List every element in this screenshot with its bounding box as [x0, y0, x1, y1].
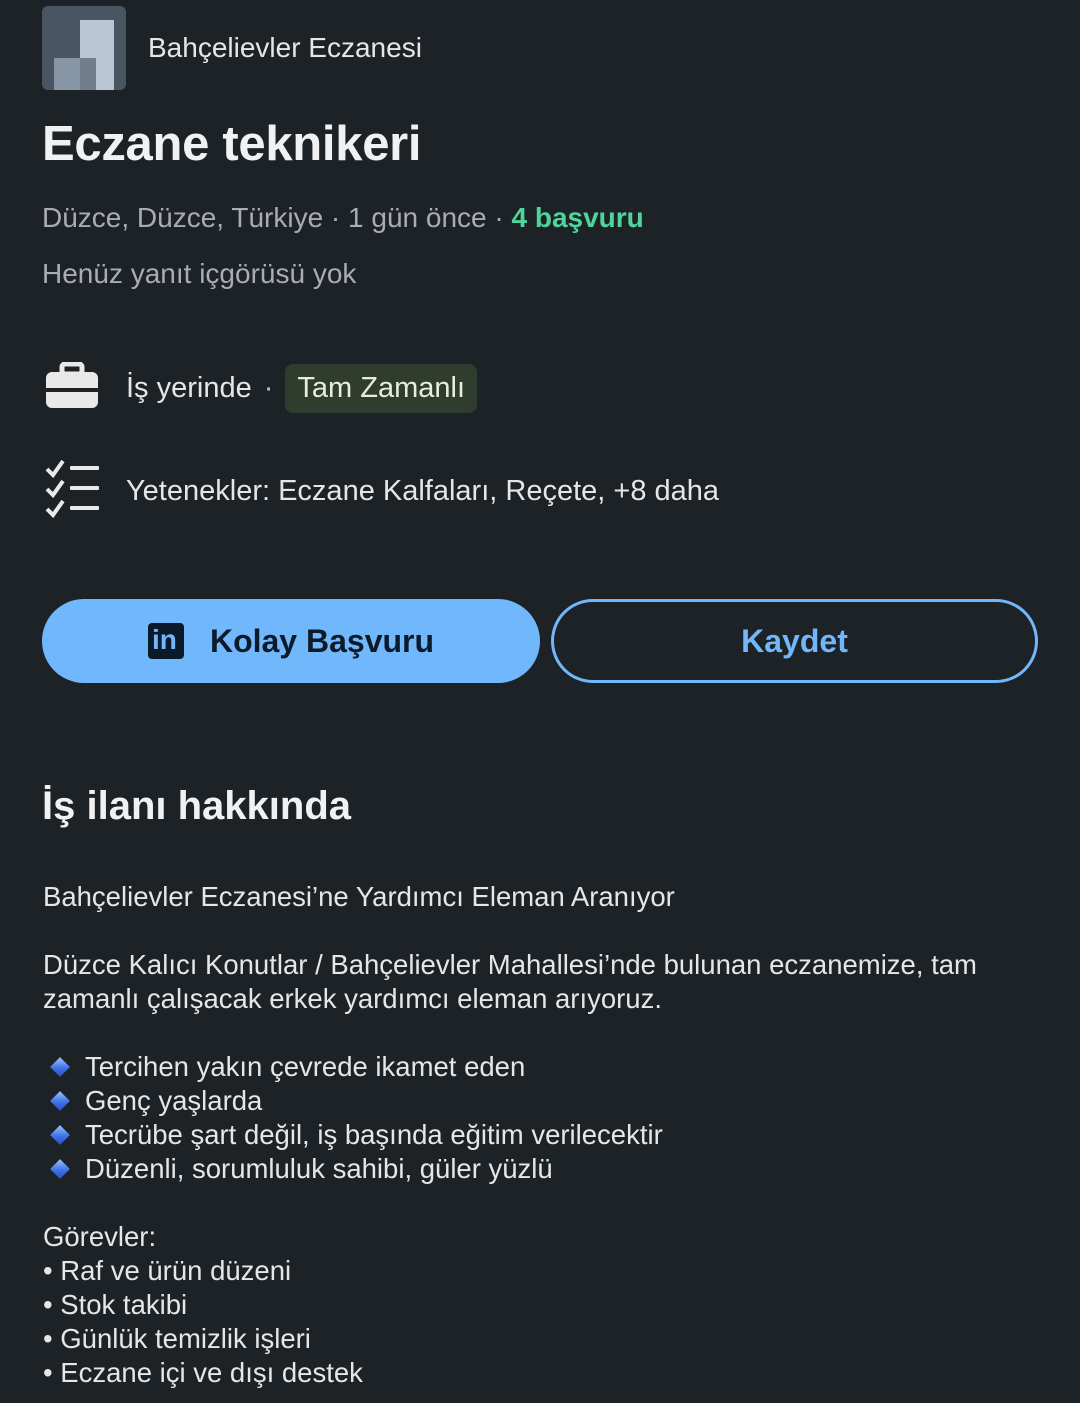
- blue-diamond-icon: [50, 1091, 70, 1111]
- skills-row[interactable]: Yetenekler: Eczane Kalfaları, Reçete, +8…: [44, 458, 719, 524]
- response-insight: Henüz yanıt içgörüsü yok: [42, 258, 357, 289]
- workplace-type: İş yerinde: [126, 371, 252, 404]
- skills-text[interactable]: Yetenekler: Eczane Kalfaları, Reçete, +8…: [126, 475, 719, 508]
- duty-item: • Stok takibi: [43, 1289, 188, 1320]
- job-meta: Düzce, Düzce, Türkiye · 1 gün önce · 4 b…: [42, 202, 644, 234]
- checklist-icon: [44, 457, 100, 526]
- linkedin-icon: in: [147, 623, 184, 659]
- easy-apply-label: Kolay Başvuru: [209, 622, 435, 659]
- job-title: Eczane teknikeri: [42, 117, 422, 171]
- meta-separator: ·: [323, 202, 349, 233]
- applicant-count: 4 başvuru: [511, 202, 644, 233]
- posted-time: 1 gün önce: [348, 202, 487, 233]
- employment-type-badge: Tam Zamanlı: [285, 363, 478, 413]
- duties-heading: Görevler:: [43, 1221, 157, 1252]
- description-paragraph: Düzce Kalıcı Konutlar / Bahçelievler Mah…: [43, 949, 977, 1014]
- save-button[interactable]: Kaydet: [551, 599, 1038, 683]
- duty-item: • Raf ve ürün düzeni: [43, 1255, 292, 1286]
- duty-item: • Eczane içi ve dışı destek: [43, 1357, 363, 1388]
- job-location: Düzce, Düzce, Türkiye: [42, 202, 324, 233]
- requirement-item: Genç yaşlarda: [43, 1084, 1033, 1118]
- about-heading: İş ilanı hakkında: [42, 784, 352, 828]
- requirement-item: Düzenli, sorumluluk sahibi, güler yüzlü: [43, 1152, 1033, 1186]
- company-name[interactable]: Bahçelievler Eczanesi: [148, 32, 422, 64]
- easy-apply-button[interactable]: in Kolay Başvuru: [42, 599, 540, 683]
- description-intro: Bahçelievler Eczanesi’ne Yardımcı Eleman…: [43, 881, 675, 912]
- job-description: Bahçelievler Eczanesi’ne Yardımcı Eleman…: [43, 880, 1033, 1390]
- job-detail-page: Bahçelievler Eczanesi Eczane teknikeri D…: [0, 0, 1080, 1403]
- requirement-item: Tecrübe şart değil, iş başında eğitim ve…: [43, 1118, 1033, 1152]
- briefcase-icon: [44, 361, 100, 415]
- company-header[interactable]: Bahçelievler Eczanesi: [42, 6, 422, 90]
- blue-diamond-icon: [50, 1159, 70, 1179]
- blue-diamond-icon: [50, 1125, 70, 1145]
- blue-diamond-icon: [50, 1057, 70, 1077]
- workplace-separator: ·: [263, 371, 274, 404]
- company-logo-icon[interactable]: [42, 6, 126, 90]
- workplace-row: İş yerinde · Tam Zamanlı: [44, 361, 478, 415]
- requirement-item: Tercihen yakın çevrede ikamet eden: [43, 1050, 1033, 1084]
- meta-separator: ·: [486, 202, 512, 233]
- duty-item: • Günlük temizlik işleri: [43, 1323, 311, 1354]
